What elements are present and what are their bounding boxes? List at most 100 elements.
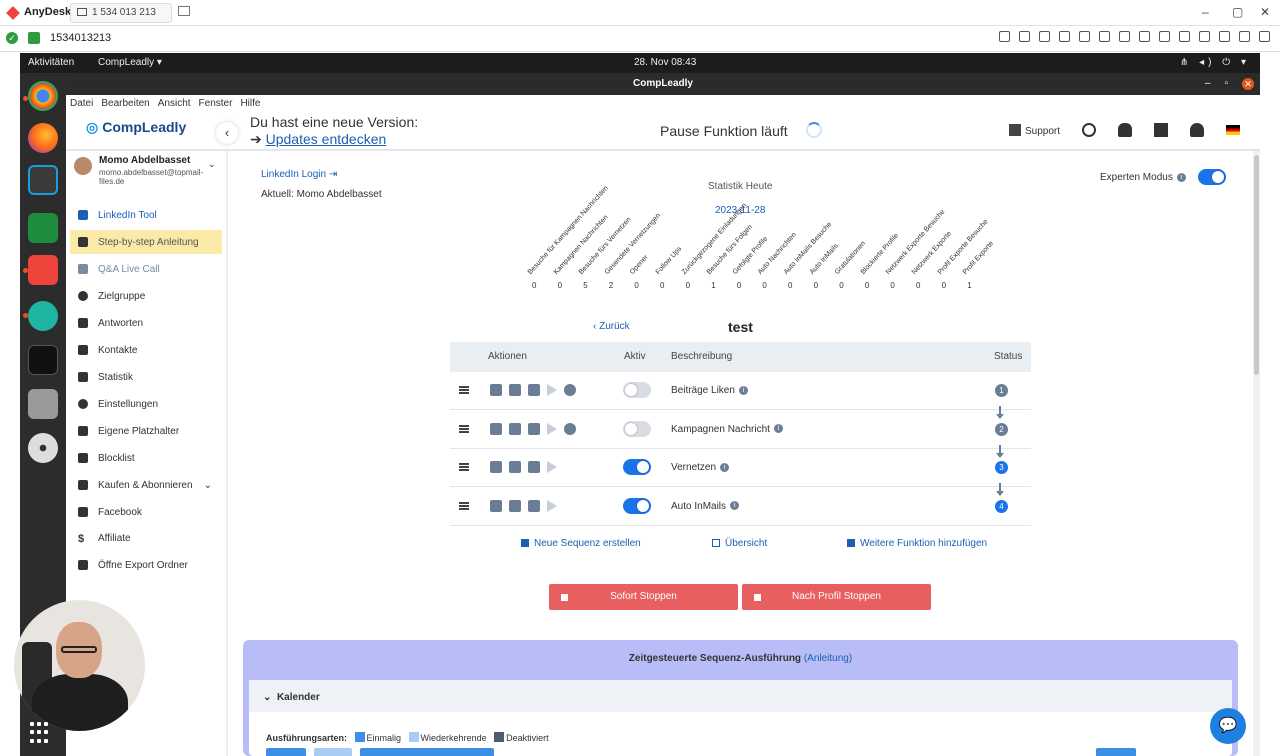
stop-after-profile-button[interactable]: Nach Profil Stoppen — [742, 584, 931, 610]
sidebar-item-blocklist[interactable]: Blocklist — [70, 446, 222, 470]
edit-icon[interactable] — [490, 422, 502, 435]
file-icon[interactable] — [1079, 31, 1090, 42]
info-icon[interactable]: i — [738, 385, 748, 395]
display-icon[interactable] — [1119, 31, 1130, 42]
sidebar-item-facebook[interactable]: Facebook — [70, 500, 222, 524]
sidebar-item-kaufen[interactable]: Kaufen & Abonnieren ⌄ — [70, 473, 222, 497]
active-toggle[interactable] — [623, 459, 651, 475]
calendar-header[interactable]: ⌄ Kalender — [249, 680, 1232, 712]
trash-icon[interactable] — [509, 461, 521, 473]
drag-handle-icon[interactable] — [459, 501, 469, 510]
window-close-icon[interactable]: ✕ — [1242, 78, 1254, 90]
menu-hilfe[interactable]: Hilfe — [240, 98, 260, 109]
updates-link[interactable]: Updates entdecken — [266, 131, 387, 147]
files-icon[interactable] — [28, 389, 58, 419]
window-minimize-icon[interactable]: – — [1205, 73, 1211, 95]
play-icon[interactable] — [547, 499, 557, 512]
play-icon[interactable] — [547, 384, 557, 396]
clipboard-icon[interactable] — [1199, 31, 1210, 42]
anleitung-link[interactable]: (Anleitung) — [804, 653, 852, 664]
chat-icon[interactable] — [1139, 31, 1150, 42]
database-icon[interactable] — [1039, 31, 1050, 42]
sidebar-item-antworten[interactable]: Antworten — [70, 311, 222, 335]
edit-icon[interactable] — [490, 384, 502, 396]
chevron-down-icon[interactable]: ⌄ — [208, 159, 216, 170]
info-icon[interactable]: i — [1176, 172, 1186, 182]
app-menu[interactable]: CompLeadly ▾ — [98, 57, 162, 68]
menu-ansicht[interactable]: Ansicht — [158, 98, 191, 109]
add-function-link[interactable]: Weitere Funktion hinzufügen — [847, 538, 987, 549]
sidebar-item-export-ordner[interactable]: Öffne Export Ordner — [70, 553, 222, 577]
keyboard-icon[interactable] — [1179, 31, 1190, 42]
spreadsheet-icon[interactable] — [28, 213, 58, 243]
window-maximize-icon[interactable]: ▫ — [1224, 73, 1228, 95]
menu-fenster[interactable]: Fenster — [199, 98, 233, 109]
chat-bubble-icon[interactable]: 💬 — [1210, 708, 1246, 744]
sidebar-item-linkedin-tool[interactable]: LinkedIn Tool — [70, 203, 222, 227]
sidebar-item-kontakte[interactable]: Kontakte — [70, 338, 222, 362]
calendar-btn[interactable] — [1096, 748, 1136, 756]
copy-icon[interactable] — [528, 422, 540, 435]
sidebar-item-anleitung[interactable]: Step-by-step Anleitung — [70, 230, 222, 254]
calendar-btn[interactable] — [266, 748, 306, 756]
close-icon[interactable]: ✕ — [1260, 5, 1270, 19]
calendar-btn[interactable] — [314, 748, 352, 756]
active-toggle[interactable] — [623, 497, 651, 514]
paint-roller-icon[interactable] — [1154, 123, 1168, 137]
active-toggle[interactable] — [623, 420, 651, 437]
system-tray-icons[interactable]: ⋔ ◂) ⏻ ▾ — [1180, 57, 1250, 68]
overview-link[interactable]: Übersicht — [712, 538, 767, 549]
app-grid-icon[interactable] — [30, 722, 52, 744]
bell-icon[interactable] — [1118, 123, 1132, 137]
new-sequence-link[interactable]: Neue Sequenz erstellen — [521, 538, 641, 549]
info-icon[interactable]: i — [773, 424, 783, 434]
copy-icon[interactable] — [528, 384, 540, 396]
hourglass-icon[interactable] — [1019, 31, 1030, 42]
dvd-icon[interactable] — [28, 433, 58, 463]
trash-icon[interactable] — [509, 499, 521, 512]
stop-now-button[interactable]: Sofort Stoppen — [549, 584, 738, 610]
globe-icon[interactable] — [564, 384, 576, 396]
compleadly-logo[interactable]: ◎ CompLeadly — [86, 119, 186, 136]
user-icon[interactable] — [999, 31, 1010, 42]
expert-mode-toggle[interactable] — [1198, 169, 1226, 185]
linkedin-login-link[interactable]: LinkedIn Login ⇥ — [261, 169, 337, 180]
activities-button[interactable]: Aktivitäten — [28, 57, 74, 68]
screenshot-icon[interactable] — [1239, 31, 1250, 42]
new-session-icon[interactable] — [178, 6, 190, 16]
terminal-icon[interactable] — [28, 345, 58, 375]
lightning-icon[interactable] — [1159, 31, 1170, 42]
drag-handle-icon[interactable] — [459, 386, 469, 394]
star-icon[interactable] — [1059, 31, 1070, 42]
drag-handle-icon[interactable] — [459, 463, 469, 471]
play-icon[interactable] — [547, 422, 557, 435]
surfshark-icon[interactable] — [28, 301, 58, 331]
sidebar-item-einstellungen[interactable]: Einstellungen — [70, 392, 222, 416]
maximize-icon[interactable]: ▢ — [1232, 5, 1243, 19]
calendar-btn[interactable] — [360, 748, 494, 756]
info-icon[interactable]: i — [730, 501, 740, 511]
menu-icon[interactable] — [1259, 31, 1270, 42]
trash-icon[interactable] — [509, 422, 521, 435]
trash-icon[interactable] — [509, 384, 521, 396]
session-tab[interactable]: 1 534 013 213 — [70, 3, 172, 23]
info-icon[interactable]: i — [720, 462, 730, 472]
sidebar-item-statistik[interactable]: Statistik — [70, 365, 222, 389]
back-link[interactable]: ‹ Zurück — [593, 321, 630, 332]
collapse-sidebar-button[interactable]: ‹ — [216, 122, 238, 144]
german-flag-icon[interactable] — [1226, 125, 1240, 135]
minimize-icon[interactable]: – — [1202, 5, 1209, 19]
edit-icon[interactable] — [490, 461, 502, 473]
user-icon[interactable] — [1190, 123, 1204, 137]
anydesk-icon[interactable] — [28, 255, 58, 285]
sidebar-item-qa[interactable]: Q&A Live Call — [70, 257, 222, 281]
menu-datei[interactable]: Datei — [70, 98, 93, 109]
power-icon[interactable] — [1082, 123, 1096, 137]
profile-card[interactable]: Momo Abdelbasset momo.abdelbasset@topmai… — [74, 155, 224, 191]
record-icon[interactable] — [1219, 31, 1230, 42]
globe-icon[interactable] — [564, 422, 576, 435]
copy-icon[interactable] — [528, 461, 540, 473]
chrome-icon[interactable] — [28, 81, 58, 111]
drag-handle-icon[interactable] — [459, 424, 469, 433]
compleadly-icon[interactable] — [28, 165, 58, 195]
